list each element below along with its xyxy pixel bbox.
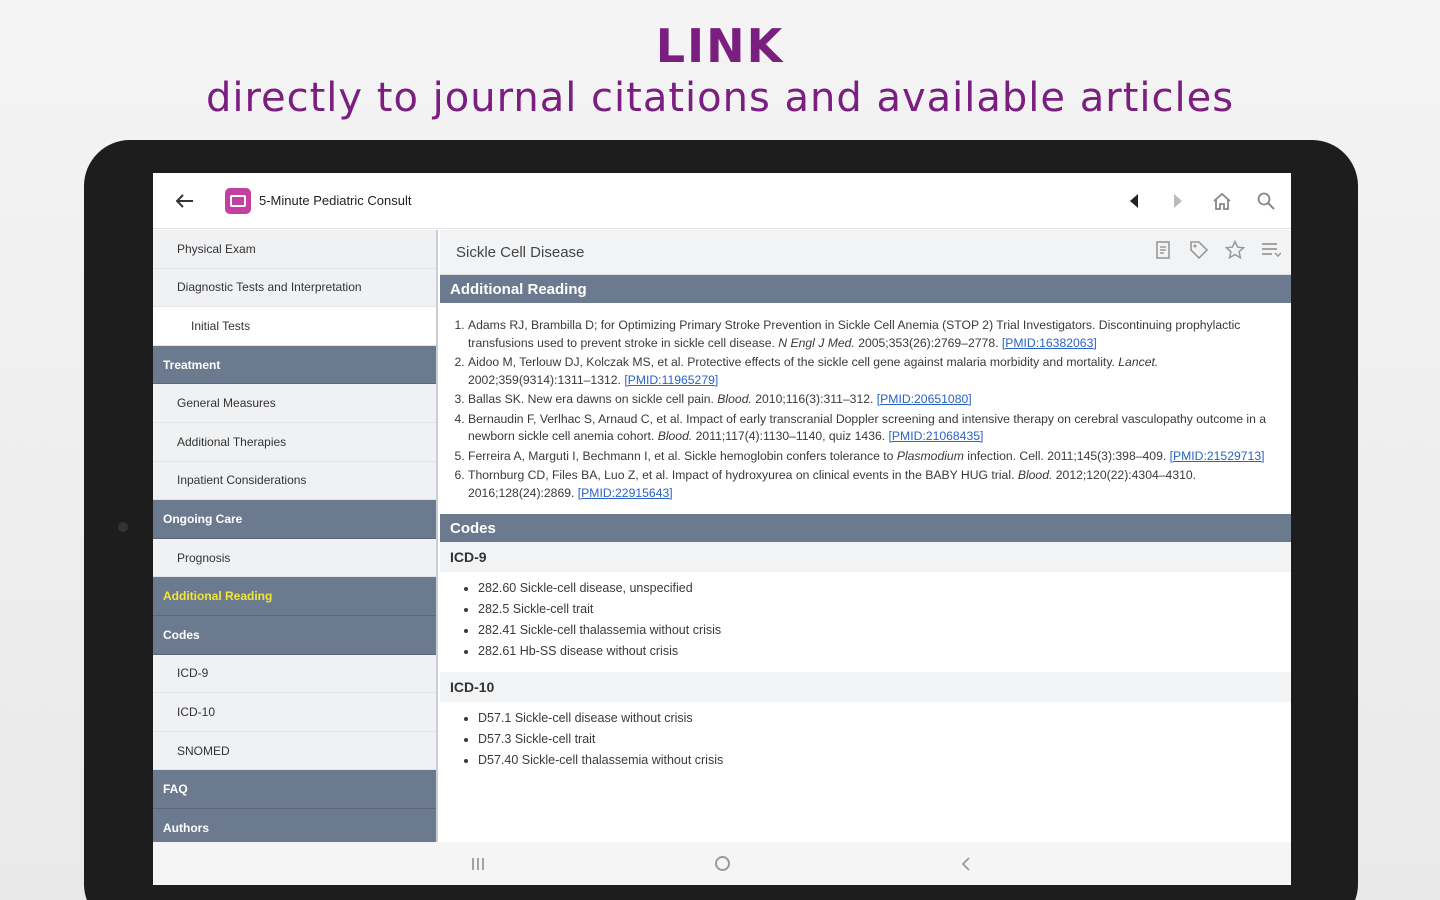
topic-header: Sickle Cell Disease (440, 230, 1291, 275)
reference-item: Ballas SK. New era dawns on sickle cell … (468, 391, 1275, 409)
promo-headline: LINK directly to journal citations and a… (0, 18, 1440, 122)
pmid-link[interactable]: [PMID:20651080] (877, 392, 972, 406)
code-item: D57.1 Sickle-cell disease without crisis (478, 708, 1291, 729)
sidebar-item-initial-tests[interactable]: Initial Tests (153, 307, 436, 346)
sidebar-section-ongoing-care[interactable]: Ongoing Care (153, 500, 436, 539)
notes-icon[interactable] (1155, 240, 1173, 265)
reference-item: Adams RJ, Brambilla D; for Optimizing Pr… (468, 317, 1275, 352)
pmid-link[interactable]: [PMID:21529713] (1170, 449, 1265, 463)
topic-title: Sickle Cell Disease (456, 243, 585, 261)
search-icon[interactable] (1255, 190, 1277, 212)
app-title: 5-Minute Pediatric Consult (259, 193, 412, 208)
previous-icon[interactable] (1123, 190, 1145, 212)
sidebar-item-inpatient-considerations[interactable]: Inpatient Considerations (153, 462, 436, 501)
back-chevron-icon[interactable] (954, 852, 978, 876)
reference-list: Adams RJ, Brambilla D; for Optimizing Pr… (440, 303, 1291, 514)
additional-reading-heading: Additional Reading (440, 275, 1291, 303)
reference-item: Aidoo M, Terlouw DJ, Kolczak MS, et al. … (468, 354, 1275, 389)
sidebar-section-faq[interactable]: FAQ (153, 770, 436, 809)
sidebar-item-prognosis[interactable]: Prognosis (153, 539, 436, 578)
sidebar-section-authors[interactable]: Authors (153, 808, 436, 842)
code-item: 282.60 Sickle-cell disease, unspecified (478, 578, 1291, 599)
pmid-link[interactable]: [PMID:22915643] (578, 486, 673, 500)
code-item: D57.40 Sickle-cell thalassemia without c… (478, 750, 1291, 771)
home-icon[interactable] (1211, 190, 1233, 212)
sidebar-section-additional-reading[interactable]: Additional Reading (153, 577, 436, 616)
code-item: D57.3 Sickle-cell trait (478, 729, 1291, 750)
icd-9-list: 282.60 Sickle-cell disease, unspecified … (440, 572, 1291, 672)
code-item: 282.41 Sickle-cell thalassemia without c… (478, 620, 1291, 641)
icd-9-heading: ICD-9 (440, 542, 1291, 572)
list-icon[interactable] (1261, 241, 1282, 264)
sidebar-item-general-measures[interactable]: General Measures (153, 384, 436, 423)
star-icon[interactable] (1224, 239, 1246, 265)
sidebar-item-physical-exam[interactable]: Physical Exam (153, 230, 436, 269)
pmid-link[interactable]: [PMID:16382063] (1002, 336, 1097, 350)
sidebar-section-codes[interactable]: Codes (153, 615, 436, 655)
sidebar-item-additional-therapies[interactable]: Additional Therapies (153, 423, 436, 462)
sidebar-item-icd-9[interactable]: ICD-9 (153, 655, 436, 694)
sidebar-item-icd-10[interactable]: ICD-10 (153, 693, 436, 732)
icd-10-heading: ICD-10 (440, 672, 1291, 702)
topic-actions (1155, 230, 1282, 275)
recents-icon[interactable] (466, 852, 490, 876)
code-item: 282.61 Hb-SS disease without crisis (478, 641, 1291, 662)
icd-10-list: D57.1 Sickle-cell disease without crisis… (440, 702, 1291, 781)
reference-item: Ferreira A, Marguti I, Bechmann I, et al… (468, 448, 1275, 466)
app-logo (225, 187, 251, 214)
appbar-actions (1123, 173, 1277, 229)
next-icon[interactable] (1167, 190, 1189, 212)
code-item: 282.5 Sickle-cell trait (478, 599, 1291, 620)
pmid-link[interactable]: [PMID:21068435] (889, 429, 984, 443)
camera-dot (118, 522, 128, 532)
promo-subtitle: directly to journal citations and availa… (205, 75, 1235, 121)
app-bar: 5-Minute Pediatric Consult (153, 173, 1291, 229)
reference-item: Bernaudin F, Verlhac S, Arnaud C, et al.… (468, 411, 1275, 446)
home-circle-icon[interactable] (710, 852, 734, 876)
codes-section: ICD-9 282.60 Sickle-cell disease, unspec… (440, 542, 1291, 781)
sidebar-item-snomed[interactable]: SNOMED (153, 732, 436, 771)
topic-content: Sickle Cell Disease Additional Reading A (440, 230, 1291, 842)
codes-heading: Codes (440, 514, 1291, 542)
pmid-link[interactable]: [PMID:11965279] (624, 373, 718, 387)
section-sidebar: Physical Exam Diagnostic Tests and Inter… (153, 230, 438, 842)
reference-item: Thornburg CD, Files BA, Luo Z, et al. Im… (468, 467, 1275, 502)
sidebar-section-treatment[interactable]: Treatment (153, 345, 436, 385)
sidebar-item-diagnostic-tests[interactable]: Diagnostic Tests and Interpretation (153, 269, 436, 308)
app-screen: 5-Minute Pediatric Consult Physical Exam… (153, 173, 1291, 885)
tag-icon[interactable] (1189, 240, 1209, 265)
promo-title: LINK (655, 19, 785, 73)
back-arrow-icon[interactable] (153, 173, 217, 229)
android-nav-bar (153, 842, 1291, 885)
